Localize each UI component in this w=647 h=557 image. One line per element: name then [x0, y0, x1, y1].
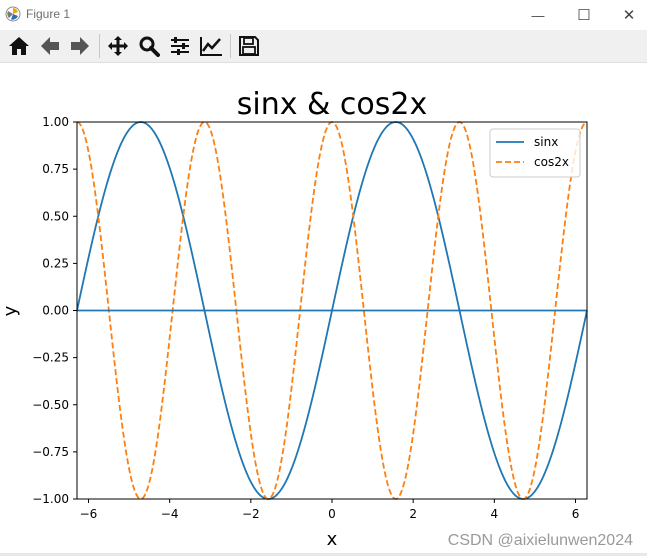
y-tick-label: −0.50: [32, 398, 69, 412]
subplots-icon: [171, 37, 189, 55]
edit-axis-button[interactable]: [198, 33, 224, 59]
legend: sinx cos2x: [489, 128, 581, 178]
y-tick-label: 0.00: [42, 304, 69, 318]
matplotlib-app-icon: [5, 6, 21, 22]
title-bar: Figure 1 — ☐ ✕: [0, 0, 647, 30]
pan-icon: [108, 36, 128, 56]
y-tick-label: 0.25: [42, 256, 69, 270]
toolbar-separator: [99, 34, 100, 58]
x-axis-label: x: [327, 529, 338, 550]
edit-axis-icon: [200, 37, 222, 56]
chart-title: sinx & cos2x: [237, 87, 428, 122]
x-tick-label: 0: [328, 507, 336, 521]
pan-button[interactable]: [105, 33, 131, 59]
close-icon: ✕: [622, 7, 636, 24]
close-button[interactable]: ✕: [606, 0, 647, 30]
y-tick-label: 1.00: [42, 115, 69, 129]
legend-label: sinx: [534, 135, 558, 149]
forward-arrow-icon: [71, 37, 89, 55]
maximize-button[interactable]: ☐: [561, 0, 607, 30]
back-button[interactable]: [37, 33, 63, 59]
toolbar-separator: [230, 34, 231, 58]
legend-label: cos2x: [534, 155, 569, 169]
figure-canvas[interactable]: sinx & cos2x −1.00 −0.75 −0.50 −0.25 0.00 0.2…: [0, 63, 647, 553]
back-arrow-icon: [41, 37, 59, 55]
x-tick-label: −2: [242, 507, 260, 521]
y-tick-label: −0.25: [32, 351, 69, 365]
plot-area: [76, 121, 588, 500]
window-title: Figure 1: [26, 7, 71, 21]
x-tick-label: 4: [491, 507, 499, 521]
minimize-icon: —: [531, 7, 545, 23]
x-tick-label: 2: [409, 507, 417, 521]
forward-button[interactable]: [67, 33, 93, 59]
x-tick-label: −4: [161, 507, 179, 521]
maximize-icon: ☐: [577, 7, 591, 24]
watermark-text: CSDN @aixielunwen2024: [447, 532, 633, 549]
y-tick-label: −0.75: [32, 445, 69, 459]
y-axis-label: y: [0, 305, 21, 316]
y-tick-label: 0.75: [42, 162, 69, 176]
zoom-button[interactable]: [136, 33, 162, 59]
home-icon: [9, 37, 29, 55]
home-button[interactable]: [6, 33, 32, 59]
line-chart: sinx & cos2x −1.00 −0.75 −0.50 −0.25 0.00 0.2…: [0, 87, 588, 550]
x-tick-label: 6: [572, 507, 580, 521]
x-tick-label: −6: [80, 507, 98, 521]
save-button[interactable]: [236, 33, 262, 59]
y-tick-label: −1.00: [32, 492, 69, 506]
y-tick-label: 0.50: [42, 209, 69, 223]
zoom-icon: [139, 36, 160, 57]
navigation-toolbar: [0, 30, 647, 63]
minimize-button[interactable]: —: [515, 0, 561, 30]
x-axis: −6 −4 −2 0 2 4 6: [80, 499, 580, 521]
save-icon: [239, 36, 259, 56]
configure-subplots-button[interactable]: [167, 33, 193, 59]
y-axis: −1.00 −0.75 −0.50 −0.25 0.00 0.25 0.50 0.75 1.00: [32, 115, 77, 506]
